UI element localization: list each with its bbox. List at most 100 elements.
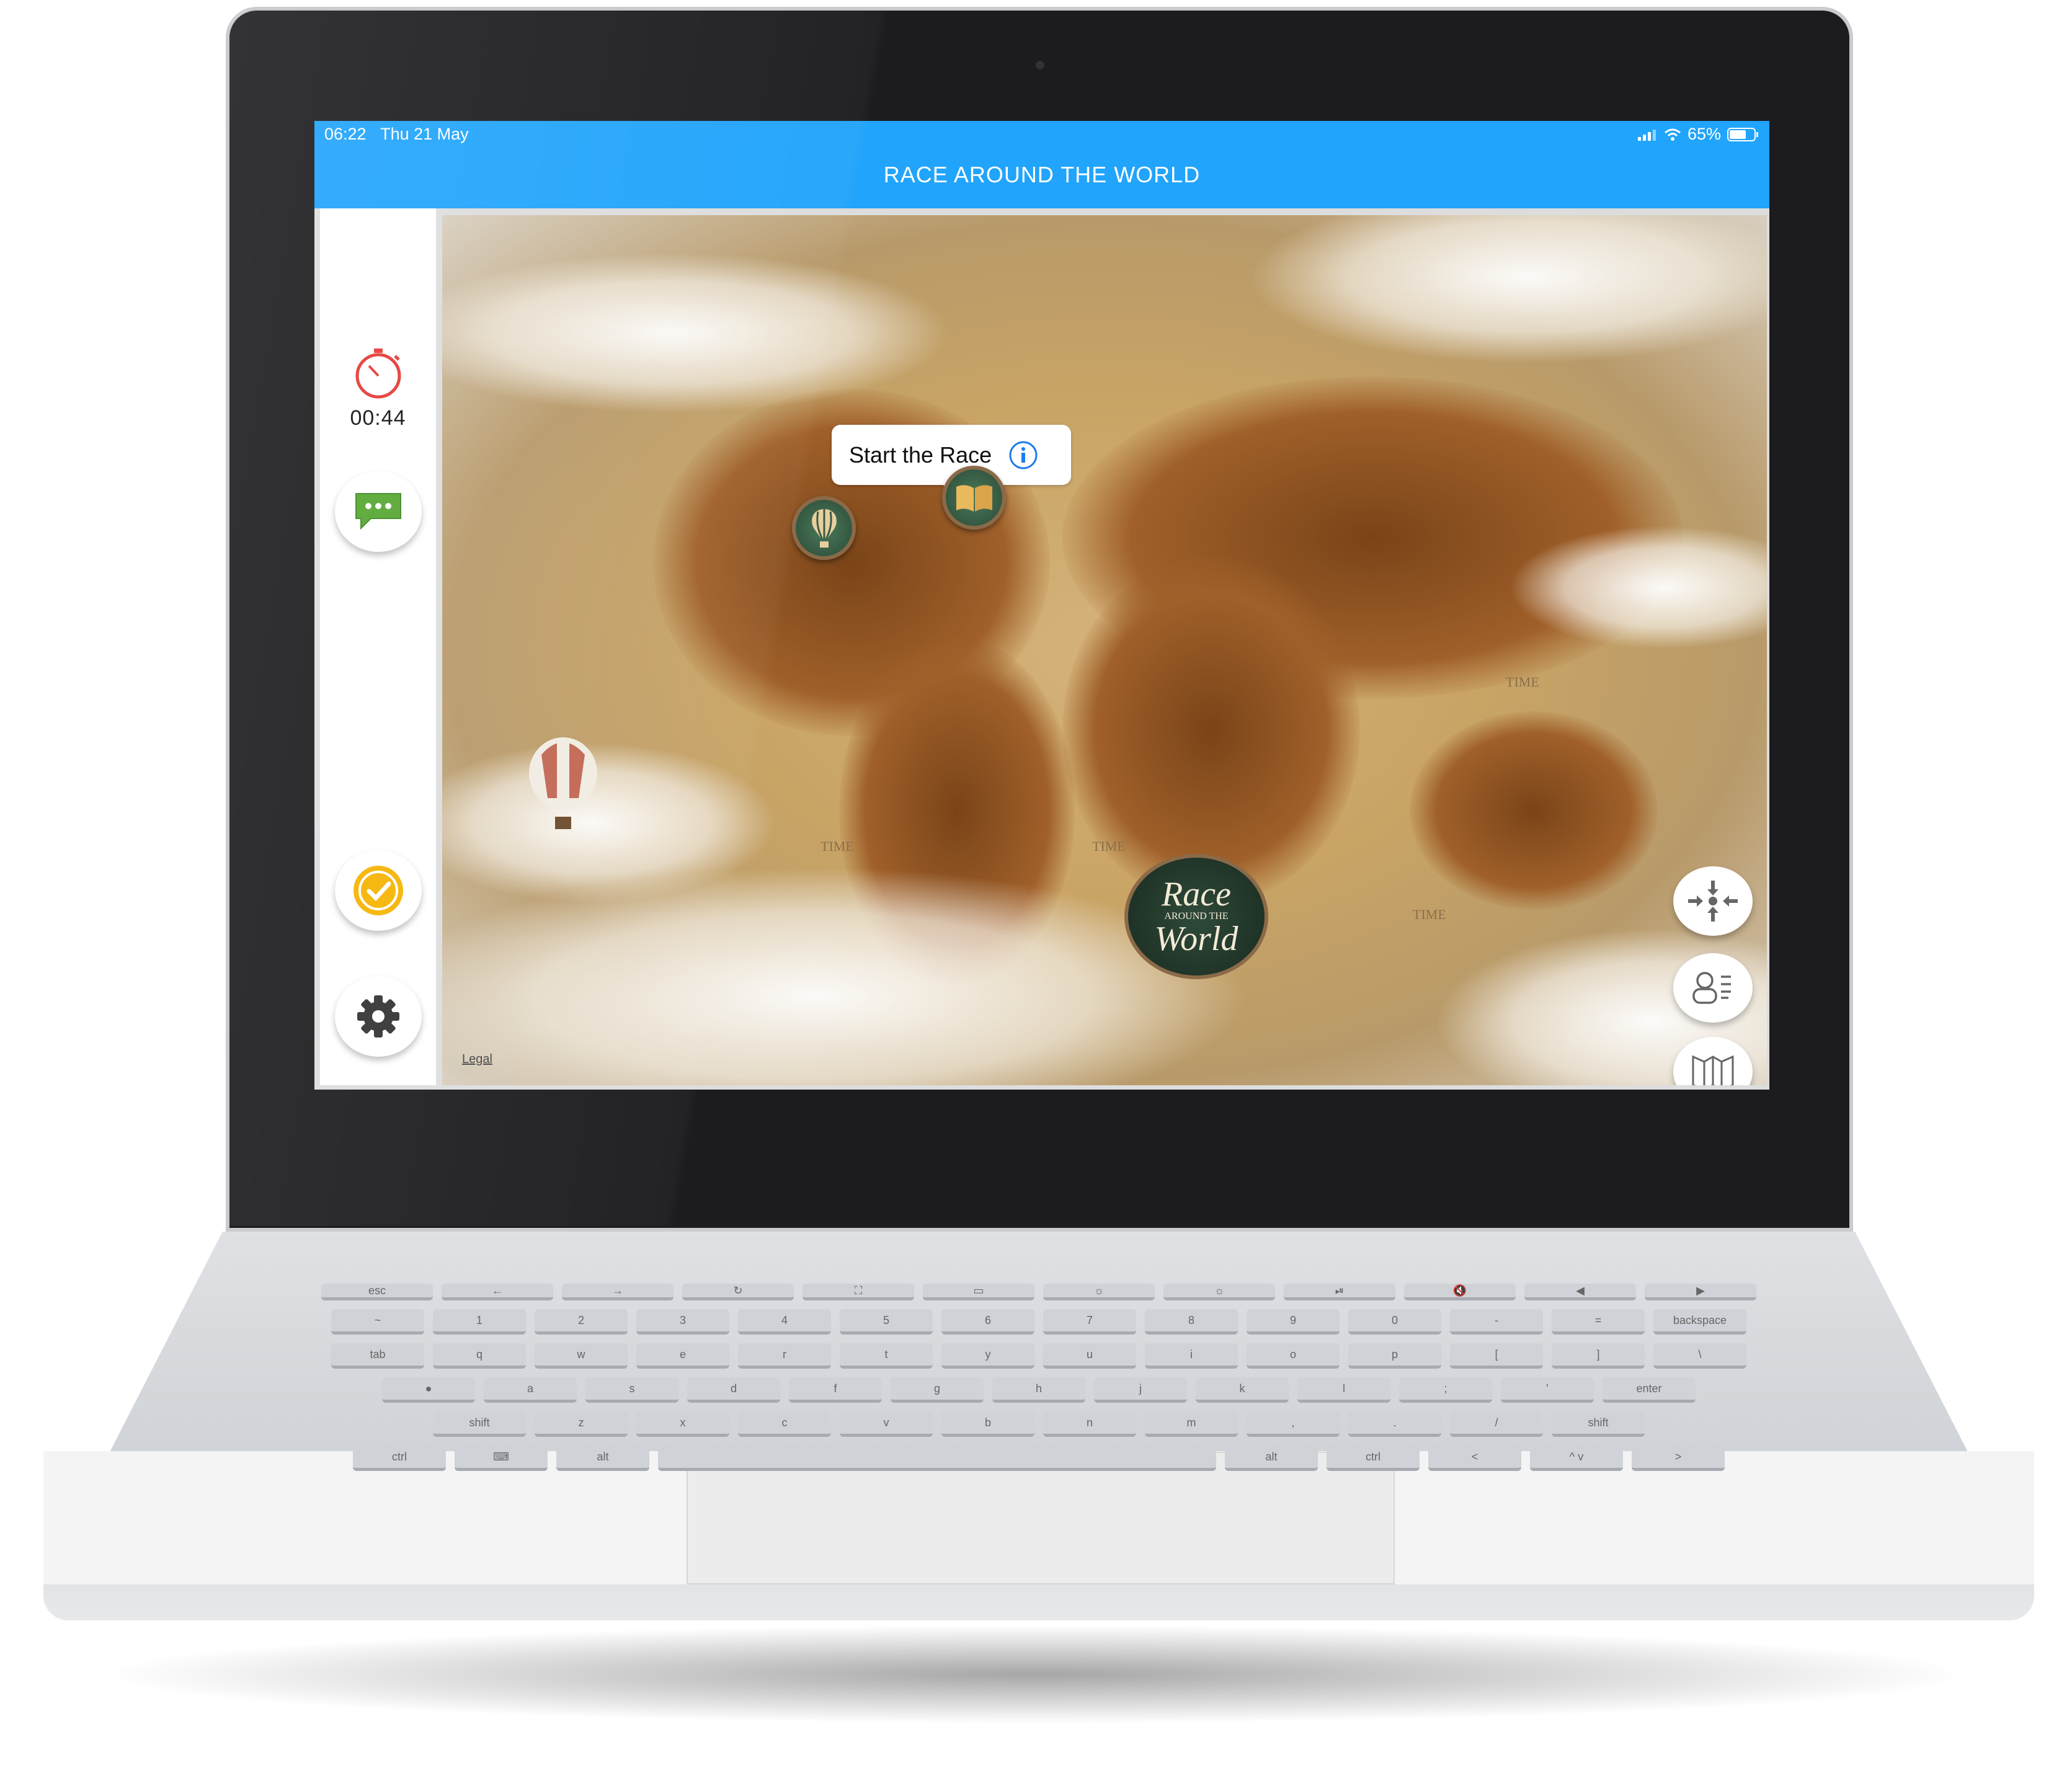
key[interactable]: shift [1552, 1411, 1645, 1437]
key[interactable]: ⏯ [1284, 1284, 1395, 1300]
key[interactable]: \ [1653, 1343, 1746, 1369]
timer-value: 00:44 [350, 406, 406, 430]
open-book-icon [956, 484, 992, 512]
key[interactable]: 8 [1145, 1309, 1238, 1335]
key[interactable]: > [1632, 1446, 1725, 1471]
world-map[interactable]: TIME TIME TIME TIME Start the Race Race … [442, 215, 1767, 1085]
key[interactable]: o [1247, 1343, 1340, 1369]
key[interactable]: 7 [1043, 1309, 1136, 1335]
settings-button[interactable] [335, 976, 422, 1057]
key[interactable]: d [687, 1377, 780, 1403]
key[interactable]: 6 [941, 1309, 1034, 1335]
key[interactable]: w [535, 1343, 628, 1369]
key[interactable]: f [789, 1377, 882, 1403]
key[interactable]: p [1348, 1343, 1441, 1369]
key[interactable]: - [1450, 1309, 1543, 1335]
key[interactable]: 0 [1348, 1309, 1441, 1335]
key[interactable]: y [941, 1343, 1034, 1369]
key[interactable]: k [1196, 1377, 1289, 1403]
keyboard: esc ← → ↻ ⛶ ▭ ☼ ☼ ⏯ 🔇 ◀ ▶ ~1 2 3 4 5 6 7 8 9 0- = backspace tab q… [167, 1284, 1910, 1480]
key[interactable]: 2 [535, 1309, 628, 1335]
chat-button[interactable] [335, 471, 422, 552]
timer: 00:44 [320, 345, 436, 430]
key[interactable]: 🔇 [1404, 1284, 1516, 1300]
balloon-marker[interactable] [792, 496, 856, 560]
race-around-the-world-logo: Race AROUND THE World [1124, 854, 1268, 979]
key[interactable]: ^ v [1530, 1446, 1623, 1471]
key[interactable]: g [891, 1377, 984, 1403]
key[interactable]: ; [1399, 1377, 1492, 1403]
key[interactable]: ] [1552, 1343, 1645, 1369]
key[interactable]: ☼ [1043, 1284, 1155, 1300]
key[interactable]: 1 [433, 1309, 526, 1335]
key[interactable]: r [738, 1343, 831, 1369]
key[interactable]: ⌨ [455, 1446, 548, 1471]
key[interactable]: l [1297, 1377, 1390, 1403]
key[interactable]: v [840, 1411, 933, 1437]
logo-line: Race [1162, 875, 1231, 913]
app-title: RACE AROUND THE WORLD [883, 162, 1201, 187]
key[interactable]: t [840, 1343, 933, 1369]
key[interactable]: ▶ [1645, 1284, 1756, 1300]
players-button[interactable] [1673, 953, 1753, 1023]
key[interactable]: x [636, 1411, 729, 1437]
key[interactable]: tab [331, 1343, 424, 1369]
stopwatch-icon [355, 349, 401, 399]
key[interactable]: esc [321, 1284, 433, 1300]
key[interactable]: ☼ [1163, 1284, 1275, 1300]
key[interactable]: ↻ [682, 1284, 794, 1300]
logo-line: World [1154, 920, 1238, 958]
key[interactable]: u [1043, 1343, 1136, 1369]
key[interactable]: n [1043, 1411, 1136, 1437]
key[interactable]: , [1247, 1411, 1340, 1437]
key[interactable]: 3 [636, 1309, 729, 1335]
key[interactable] [658, 1446, 1216, 1471]
key[interactable]: 4 [738, 1309, 831, 1335]
wifi-icon [1664, 128, 1681, 141]
key[interactable]: ◀ [1524, 1284, 1636, 1300]
key[interactable]: backspace [1653, 1309, 1746, 1335]
key[interactable]: ctrl [1327, 1446, 1420, 1471]
key[interactable]: [ [1450, 1343, 1543, 1369]
keyboard-row: ● a s d f g h j k l; ' enter [167, 1377, 1910, 1403]
center-map-button[interactable] [1673, 866, 1753, 936]
key[interactable]: 5 [840, 1309, 933, 1335]
key[interactable]: 9 [1247, 1309, 1340, 1335]
key[interactable]: h [992, 1377, 1085, 1403]
key[interactable]: shift [433, 1411, 526, 1437]
keyboard-row: ctrl ⌨ alt alt ctrl < ^ v > [167, 1446, 1910, 1471]
key[interactable]: ← [442, 1284, 553, 1300]
info-icon[interactable] [1008, 440, 1039, 471]
folded-map-icon [1692, 1055, 1734, 1085]
key[interactable]: b [941, 1411, 1034, 1437]
key[interactable]: c [738, 1411, 831, 1437]
key[interactable]: m [1145, 1411, 1238, 1437]
key[interactable]: ctrl [353, 1446, 446, 1471]
key[interactable]: alt [556, 1446, 649, 1471]
key[interactable]: q [433, 1343, 526, 1369]
key[interactable]: . [1348, 1411, 1441, 1437]
tooltip-label: Start the Race [849, 442, 992, 468]
key[interactable]: = [1552, 1309, 1645, 1335]
key[interactable]: / [1450, 1411, 1543, 1437]
key[interactable]: alt [1225, 1446, 1318, 1471]
key[interactable]: ~ [331, 1309, 424, 1335]
key[interactable]: ⛶ [803, 1284, 914, 1300]
key[interactable]: i [1145, 1343, 1238, 1369]
key[interactable]: ' [1501, 1377, 1594, 1403]
key[interactable]: < [1428, 1446, 1521, 1471]
key[interactable]: z [535, 1411, 628, 1437]
key[interactable]: ● [382, 1377, 475, 1403]
key[interactable]: enter [1603, 1377, 1696, 1403]
status-date: Thu 21 May [380, 125, 469, 143]
book-marker[interactable] [942, 466, 1006, 530]
key[interactable]: → [562, 1284, 674, 1300]
legal-link[interactable]: Legal [462, 1052, 492, 1067]
key[interactable]: j [1094, 1377, 1187, 1403]
key[interactable]: e [636, 1343, 729, 1369]
hot-air-balloon-illustration [529, 737, 597, 829]
complete-button[interactable] [335, 850, 422, 931]
key[interactable]: s [585, 1377, 678, 1403]
key[interactable]: ▭ [923, 1284, 1034, 1300]
key[interactable]: a [484, 1377, 577, 1403]
